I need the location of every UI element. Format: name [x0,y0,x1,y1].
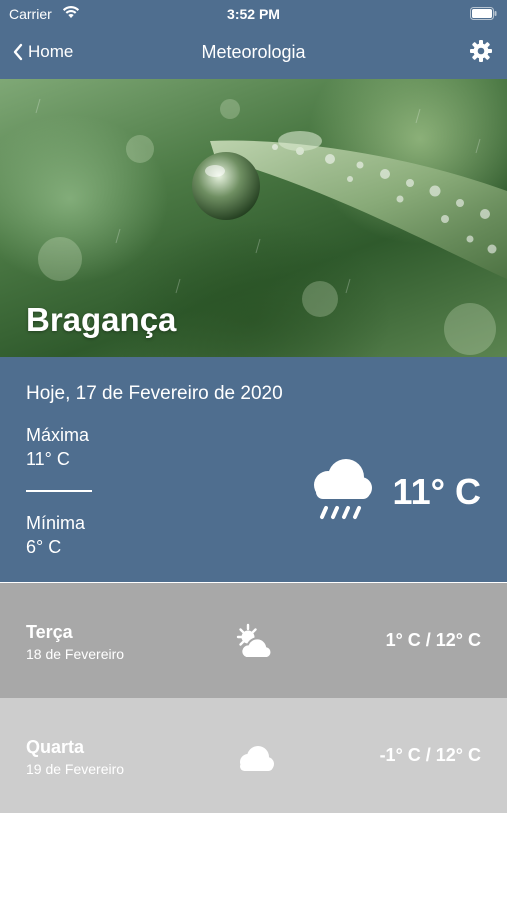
forecast-day: Quarta [26,737,85,757]
back-button-label: Home [28,42,74,61]
max-temp-value: 11° C [26,449,70,469]
today-weather-panel: Hoje, 17 de Fevereiro de 2020 Máxima 11°… [0,357,507,582]
chevron-left-icon [13,43,23,61]
gear-icon[interactable] [469,39,493,63]
city-hero-image: Bragança [0,79,507,357]
divider [26,490,92,492]
navigation-bar: Home Meteorologia [0,28,507,79]
forecast-temp-range: 1° C / 12° C [385,630,481,650]
partly-sunny-icon [236,623,273,659]
forecast-date: 19 de Fevereiro [26,761,125,777]
current-temperature: 11° C [392,471,481,512]
forecast-temp-range: -1° C / 12° C [379,745,481,765]
cloud-rain-icon [314,459,372,519]
forecast-day: Terça [26,622,73,642]
forecast-row[interactable]: Quarta 19 de Fevereiro -1° C / 12° C [0,698,507,813]
min-temp-value: 6° C [26,537,62,557]
min-temp-label: Mínima [26,513,86,533]
forecast-date: 18 de Fevereiro [26,646,125,662]
back-button[interactable]: Home [12,42,73,62]
cloud-icon [240,746,274,771]
city-name: Bragança [26,301,177,338]
forecast-row[interactable]: Terça 18 de Fevereiro 1° C / 12° C [0,583,507,698]
status-time: 3:52 PM [227,6,280,22]
battery-icon [470,7,497,20]
today-date: Hoje, 17 de Fevereiro de 2020 [26,383,283,404]
max-temp-label: Máxima [26,425,90,445]
status-bar: Carrier 3:52 PM [0,0,507,28]
page-title: Meteorologia [201,42,306,62]
